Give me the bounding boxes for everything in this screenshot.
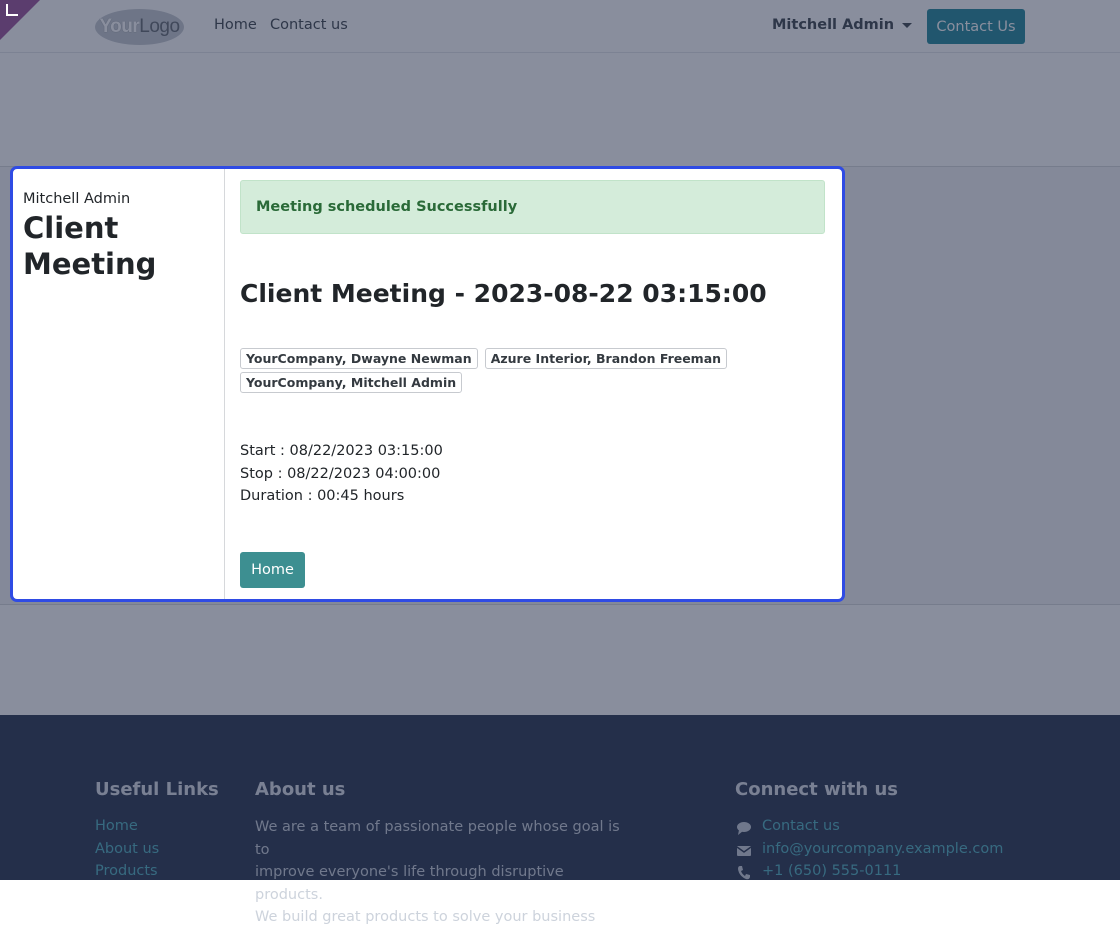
appointment-type-title: Client Meeting [23,211,157,281]
duration: Duration : 00:45 hours [240,488,405,504]
stop-time: Stop : 08/22/2023 04:00:00 [240,465,441,482]
home-button[interactable]: Home [240,552,305,588]
attendee-badge: YourCompany, Mitchell Admin [240,372,463,393]
start-time: Start : 08/22/2023 03:15:00 [240,443,443,459]
attendee-list: YourCompany, Dwayne Newman Azure Interio… [240,348,740,396]
corner-arrow-icon [6,4,18,16]
meeting-title: Client Meeting - 2023-08-22 03:15:00 [240,279,767,308]
success-alert: Meeting scheduled Successfully [240,180,825,234]
attendee-badge: Azure Interior, Brandon Freeman [484,348,728,369]
organizer-name: Mitchell Admin [23,191,131,207]
meeting-confirmation-card: Mitchell Admin Client Meeting Meeting sc… [10,166,845,602]
card-sidebar: Mitchell Admin Client Meeting [13,169,225,599]
meeting-times: Start : 08/22/2023 03:15:00 Stop : 08/22… [240,440,443,508]
attendee-badge: YourCompany, Dwayne Newman [240,348,478,369]
